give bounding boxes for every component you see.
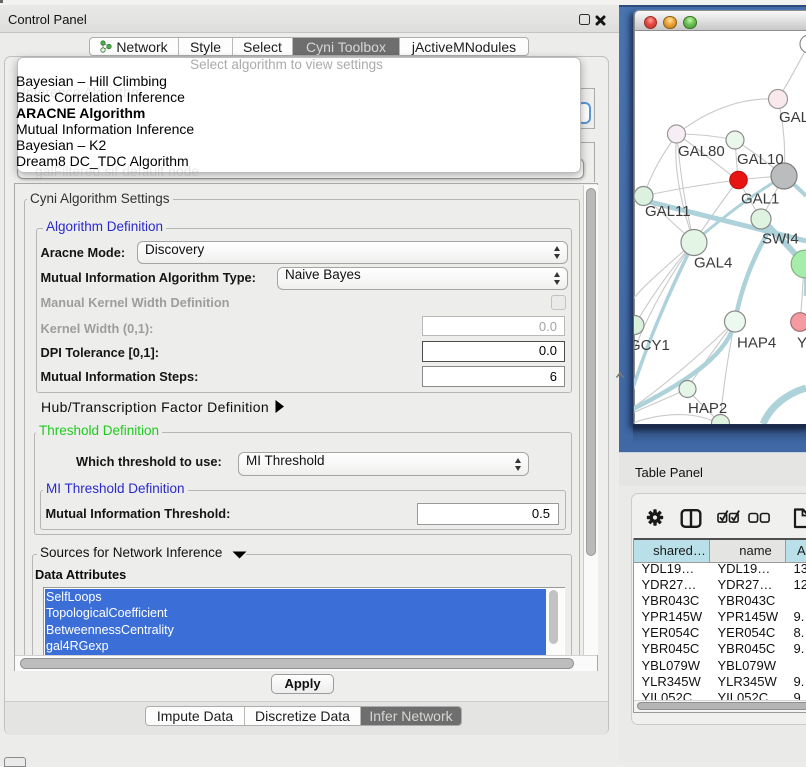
- svg-text:GAL11: GAL11: [645, 203, 691, 220]
- svg-text:HAP4: HAP4: [737, 335, 776, 352]
- svg-text:GAL80: GAL80: [678, 143, 725, 160]
- svg-text:HAP2: HAP2: [688, 400, 727, 417]
- svg-text:GAL10: GAL10: [737, 151, 784, 168]
- svg-text:Y: Y: [797, 335, 806, 352]
- svg-text:GCY1: GCY1: [634, 337, 670, 354]
- svg-text:GAL: GAL: [779, 109, 806, 126]
- svg-text:GAL4: GAL4: [694, 255, 732, 272]
- svg-text:SWI4: SWI4: [762, 231, 799, 248]
- svg-text:GAL1: GAL1: [741, 191, 779, 208]
